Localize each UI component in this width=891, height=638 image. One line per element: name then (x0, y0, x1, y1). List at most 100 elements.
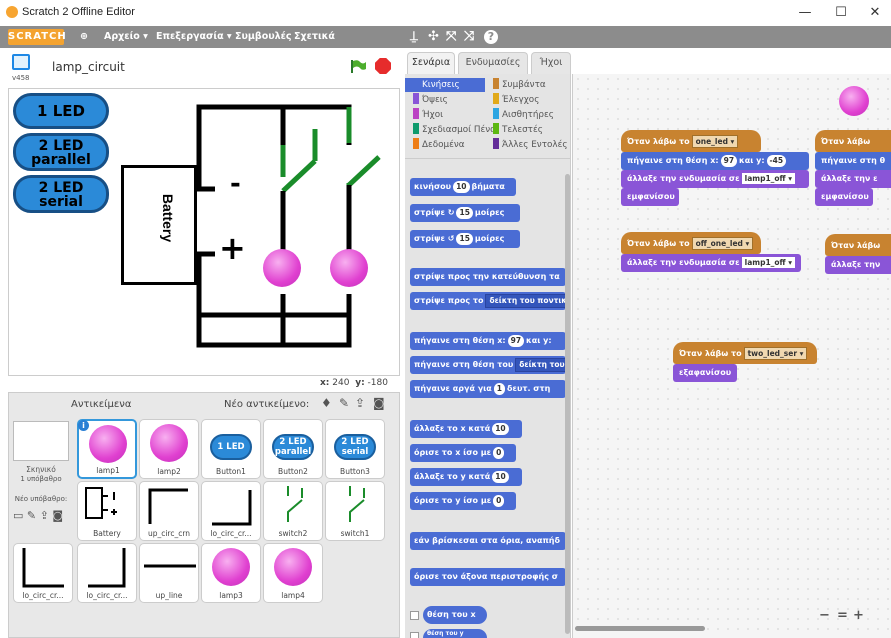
block-set-y[interactable]: όρισε το y ίσο με 0 (410, 492, 516, 510)
block-costume-partial-2[interactable]: άλλαξε την (825, 256, 891, 274)
block-show-partial[interactable]: εμφανίσου (815, 188, 873, 206)
duplicate-icon[interactable]: ⍊ (410, 29, 418, 45)
close-button[interactable]: ✕ (860, 4, 890, 22)
sprite-thumb-button1[interactable]: 1 LED Button1 (201, 419, 261, 479)
lamp-sprite[interactable] (330, 249, 368, 287)
scripts-area[interactable]: Όταν λάβω το one_led ▾ πήγαινε στη θέση x… (572, 74, 891, 638)
sprite-thumb-switch1[interactable]: switch1 (325, 481, 385, 541)
category-sound[interactable]: Ήχοι (405, 108, 443, 122)
sprite-thumb-lamp2[interactable]: lamp2 (139, 419, 199, 479)
tab-sounds[interactable]: Ήχοι (531, 52, 571, 74)
stage[interactable]: Battery - + 1 LED 2 LED parallel 2 LED s… (8, 88, 400, 376)
sprite-thumb-lamp1[interactable]: i lamp1 (77, 419, 137, 479)
category-looks[interactable]: Όψεις (405, 93, 448, 107)
hat-when-receive-one-led[interactable]: Όταν λάβω το one_led ▾ (621, 130, 761, 152)
block-switch-costume-2[interactable]: άλλαξε την ενδυμασία σε lamp1_off ▾ (621, 254, 801, 272)
block-move[interactable]: κινήσου 10 βήματα (410, 178, 516, 196)
button-1-led[interactable]: 1 LED (13, 93, 109, 129)
block-rotation-style[interactable]: όρισε τον άξονα περιστροφής σ (410, 568, 566, 586)
category-data[interactable]: Δεδομένα (405, 138, 465, 152)
tab-costumes[interactable]: Ενδυμασίες (458, 52, 528, 74)
zoom-reset-button[interactable]: = (837, 608, 848, 623)
horizontal-scrollbar[interactable] (575, 626, 705, 631)
sprite-thumb-lo-circ-cr-2[interactable]: lo_circ_cr... (13, 543, 73, 603)
block-point-towards[interactable]: στρίψε προς το δείκτη του ποντικι (410, 292, 566, 310)
green-flag-icon[interactable] (350, 59, 366, 73)
menu-tips[interactable]: Συμβουλές (235, 29, 292, 45)
sprite-thumb-lamp4[interactable]: lamp4 (263, 543, 323, 603)
project-name-field[interactable]: lamp_circuit (52, 60, 125, 74)
sprite-thumb-up-circ-crn[interactable]: up_circ_crn (139, 481, 199, 541)
upload-sprite-icon[interactable]: ⇪ (355, 396, 365, 410)
block-turn-right[interactable]: στρίψε ↻ 15 μοίρες (410, 204, 520, 222)
sprite-thumb-battery[interactable]: Battery (77, 481, 137, 541)
palette-scrollbar[interactable] (565, 174, 570, 634)
block-show[interactable]: εμφανίσου (621, 188, 679, 206)
category-more-blocks[interactable]: Άλλες Εντολές (485, 138, 568, 152)
menu-file[interactable]: Αρχείο ▾ (104, 29, 148, 45)
info-icon[interactable]: i (78, 420, 89, 431)
button-2-led-parallel[interactable]: 2 LED parallel (13, 133, 109, 171)
block-hide[interactable]: εξαφανίσου (673, 364, 737, 382)
stop-icon[interactable] (375, 58, 391, 74)
category-events[interactable]: Συμβάντα (485, 78, 546, 92)
battery-sprite[interactable]: Battery (121, 165, 197, 285)
battery-plus: + (219, 229, 246, 267)
globe-icon[interactable]: ⊕ (80, 29, 88, 45)
stage-thumbnail[interactable] (13, 421, 69, 461)
category-pen[interactable]: Σχεδιασμοί Πένα (405, 123, 496, 137)
sprite-thumb-up-line[interactable]: up_line (139, 543, 199, 603)
paint-sprite-icon[interactable]: ✎ (339, 396, 349, 410)
tab-scripts[interactable]: Σενάρια (407, 52, 455, 74)
block-goto-xy[interactable]: πήγαινε στη θέση x: 97 και y: (410, 332, 566, 350)
category-operators[interactable]: Τελεστές (485, 123, 543, 137)
new-backdrop-icons[interactable]: ▭ ✎ ⇪ ◙ (13, 509, 63, 522)
button-2-led-serial[interactable]: 2 LED serial (13, 175, 109, 213)
presentation-mode-icon[interactable] (12, 54, 30, 70)
scratch-logo[interactable]: SCRATCH (8, 29, 66, 45)
block-change-y[interactable]: άλλαξε το y κατά 10 (410, 468, 522, 486)
zoom-out-button[interactable]: − (819, 608, 830, 623)
block-costume-partial[interactable]: άλλαξε την ε (815, 170, 891, 188)
block-set-x[interactable]: όρισε το x ίσο με 0 (410, 444, 516, 462)
minimize-button[interactable]: — (790, 4, 820, 22)
block-goto-partial[interactable]: πήγαινε στη θ (815, 152, 891, 170)
checkbox-x-position[interactable] (410, 611, 419, 620)
block-glide[interactable]: πήγαινε αργά για 1 δευτ. στη (410, 380, 566, 398)
block-bounce[interactable]: εάν βρίσκεσαι στα όρια, αναπήδ (410, 532, 566, 550)
reporter-y-position[interactable]: θέση του y (423, 629, 487, 638)
help-icon[interactable]: ? (484, 30, 498, 44)
reporter-x-position[interactable]: θέση του x (423, 606, 487, 624)
choose-sprite-icon[interactable]: ♦ (321, 396, 332, 410)
menu-about[interactable]: Σχετικά (294, 29, 335, 45)
grow-icon[interactable]: ⤧ (446, 29, 456, 45)
menu-edit[interactable]: Επεξεργασία ▾ (156, 29, 232, 45)
hat-when-receive-two-led-ser[interactable]: Όταν λάβω το two_led_ser ▾ (673, 342, 817, 364)
sprite-thumb-lo-circ-cr[interactable]: lo_circ_cr... (201, 481, 261, 541)
category-motion[interactable]: Κινήσεις (405, 78, 485, 92)
new-sprite-label: Νέο αντικείμενο: (224, 399, 310, 410)
maximize-button[interactable]: ☐ (826, 4, 856, 22)
block-change-x[interactable]: άλλαξε το x κατά 10 (410, 420, 522, 438)
hat-when-receive-partial-2[interactable]: Όταν λάβω (825, 234, 891, 256)
block-goto[interactable]: πήγαινε στη θέση του δείκτη του (410, 356, 566, 374)
zoom-in-button[interactable]: + (853, 608, 864, 623)
block-goto-xy-script[interactable]: πήγαινε στη θέση x: 97 και y: -45 (621, 152, 809, 170)
sprite-thumb-lamp3[interactable]: lamp3 (201, 543, 261, 603)
hat-when-receive-off-one-led[interactable]: Όταν λάβω το off_one_led ▾ (621, 232, 761, 254)
block-point-direction[interactable]: στρίψε προς την κατεύθυνση τα (410, 268, 566, 286)
sprite-thumb-button3[interactable]: 2 LED serial Button3 (325, 419, 385, 479)
camera-sprite-icon[interactable]: ◙ (373, 396, 385, 410)
lamp-sprite[interactable] (263, 249, 301, 287)
shrink-icon[interactable]: ⤨ (464, 29, 474, 45)
block-switch-costume[interactable]: άλλαξε την ενδυμασία σε lamp1_off ▾ (621, 170, 809, 188)
sprite-thumb-switch2[interactable]: switch2 (263, 481, 323, 541)
category-control[interactable]: Έλεγχος (485, 93, 539, 107)
block-turn-left[interactable]: στρίψε ↺ 15 μοίρες (410, 230, 520, 248)
sprite-thumb-lo-circ-cr-3[interactable]: lo_circ_cr... (77, 543, 137, 603)
sprite-thumb-button2[interactable]: 2 LED parallel Button2 (263, 419, 323, 479)
cut-icon[interactable]: ✣ (428, 29, 439, 45)
checkbox-y-position[interactable] (410, 632, 419, 638)
category-sensing[interactable]: Αισθητήρες (485, 108, 554, 122)
hat-when-receive-partial[interactable]: Όταν λάβω (815, 130, 891, 152)
